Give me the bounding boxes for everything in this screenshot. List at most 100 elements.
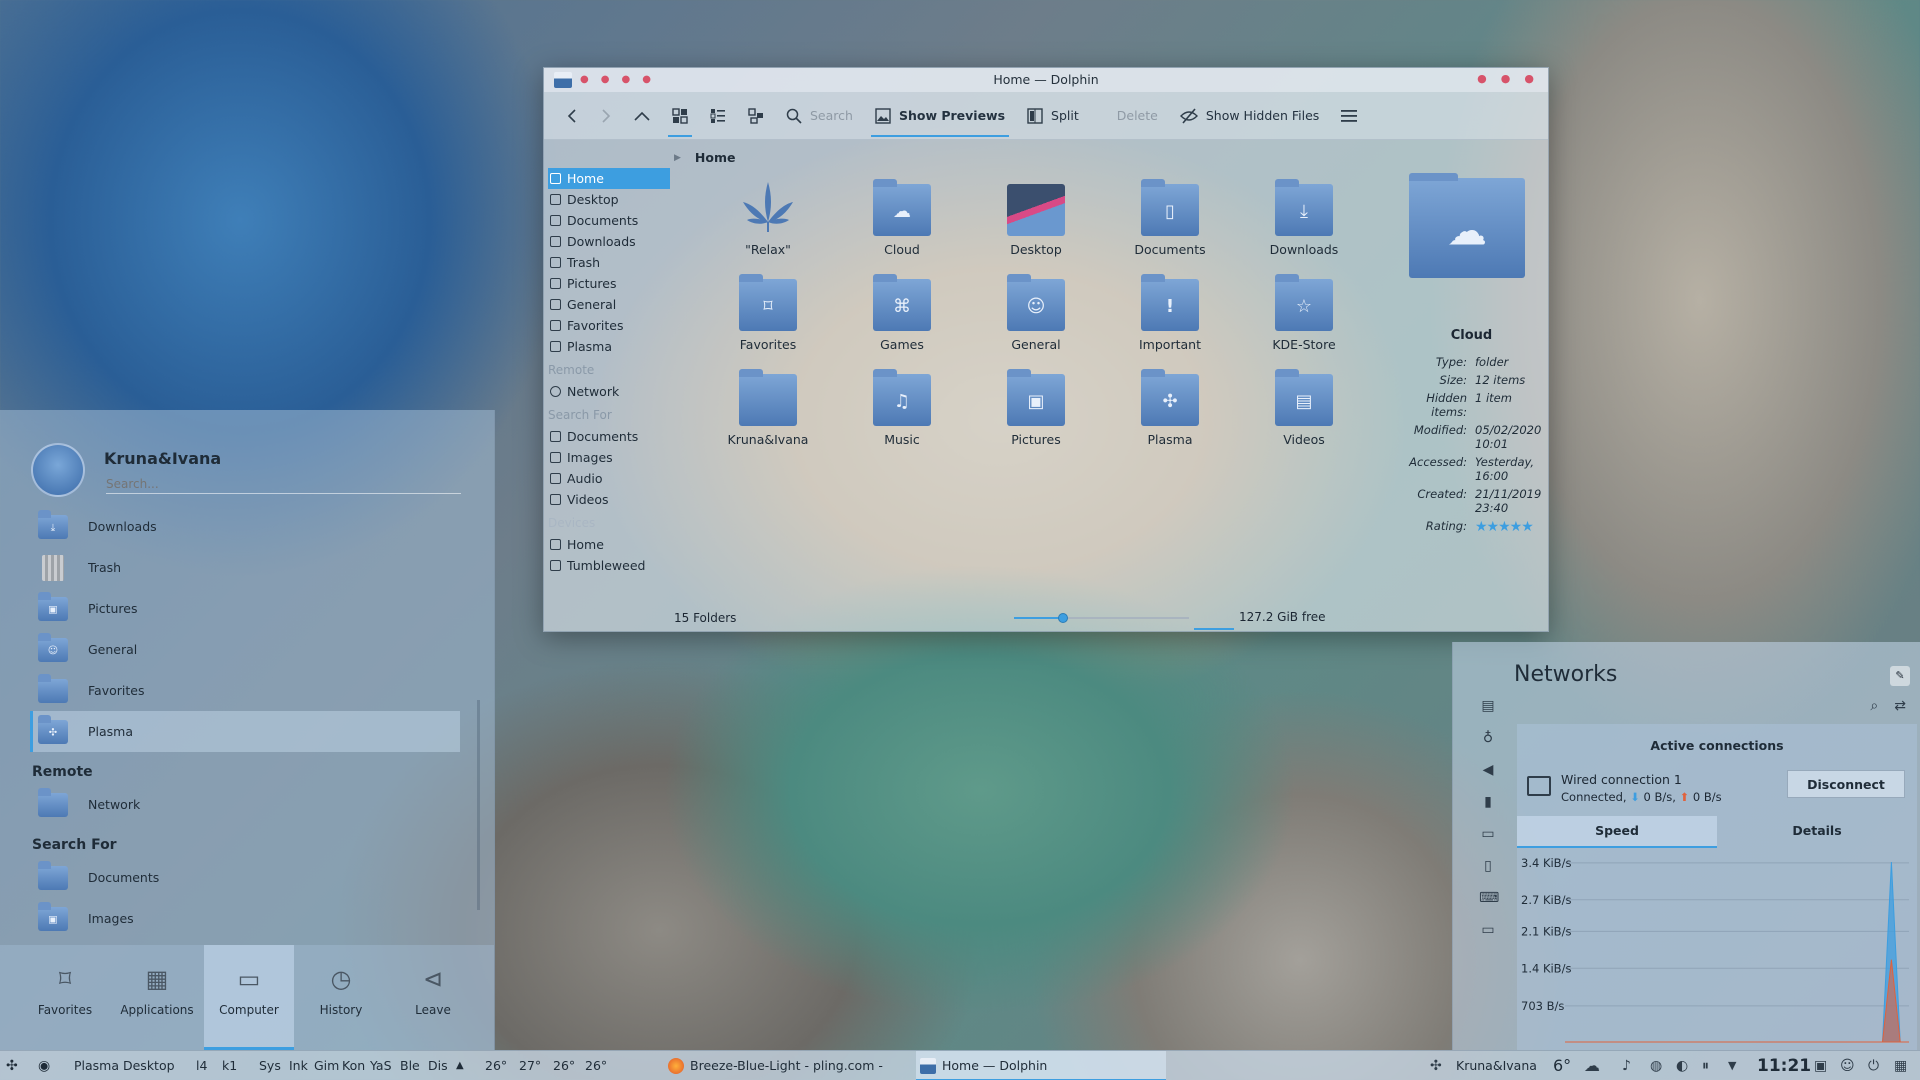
- caret-up-icon[interactable]: ▲: [456, 1051, 464, 1080]
- tray-expand-icon[interactable]: ▼: [1728, 1051, 1736, 1080]
- lock-icon[interactable]: ▣: [1814, 1051, 1827, 1080]
- minimize-icon[interactable]: ●: [1477, 73, 1487, 85]
- launcher-item-search-documents[interactable]: Documents: [30, 857, 460, 898]
- places-item-device-tumbleweed[interactable]: Tumbleweed: [544, 555, 670, 576]
- back-button[interactable]: [558, 99, 586, 133]
- folder-item-general[interactable]: ☺ General: [969, 273, 1103, 352]
- launcher-item-pictures[interactable]: ▣ Pictures: [30, 588, 460, 629]
- folder-item-music[interactable]: ♫ Music: [835, 368, 969, 447]
- launcher-item-downloads[interactable]: ⤓ Downloads: [30, 506, 460, 547]
- tray-username[interactable]: Kruna&Ivana: [1456, 1051, 1537, 1080]
- launcher-item-network[interactable]: Network: [30, 784, 460, 825]
- folder-item-kde-store[interactable]: ☆ KDE-Store: [1237, 273, 1371, 352]
- quicklaunch-ink[interactable]: Ink: [289, 1051, 308, 1080]
- details-view-button[interactable]: [702, 99, 734, 133]
- folder-item-plasma[interactable]: ✣ Plasma: [1103, 368, 1237, 447]
- up-button[interactable]: [626, 99, 658, 133]
- folder-item-pictures[interactable]: ▣ Pictures: [969, 368, 1103, 447]
- quicklaunch-yas[interactable]: YaS: [370, 1051, 392, 1080]
- places-item-search-videos[interactable]: Videos: [544, 489, 670, 510]
- launcher-item-plasma[interactable]: ✣ Plasma: [30, 711, 460, 752]
- launcher-item-general[interactable]: ☺ General: [30, 629, 460, 670]
- tab-favorites[interactable]: ⌑ Favorites: [20, 945, 110, 1050]
- zoom-slider-handle[interactable]: [1058, 613, 1068, 623]
- places-item-desktop[interactable]: Desktop: [544, 189, 670, 210]
- icons-view-button[interactable]: [664, 99, 696, 137]
- folder-item-documents[interactable]: ▯ Documents: [1103, 178, 1237, 257]
- pin-icon[interactable]: ✎: [1890, 666, 1910, 686]
- launcher-item-search-images[interactable]: ▣ Images: [30, 898, 460, 939]
- star-icons[interactable]: ★★★★★: [1475, 519, 1534, 535]
- breadcrumb[interactable]: ▶ Home: [674, 150, 735, 165]
- places-item-home[interactable]: Home: [548, 168, 670, 189]
- tab-leave[interactable]: ⊲ Leave: [388, 945, 478, 1050]
- places-item-trash[interactable]: Trash: [544, 252, 670, 273]
- forward-button[interactable]: [592, 99, 620, 133]
- folder-item-desktop[interactable]: Desktop: [969, 178, 1103, 257]
- tab-applications[interactable]: ▦ Applications: [112, 945, 202, 1050]
- battery-icon[interactable]: ▮: [1479, 793, 1497, 811]
- breadcrumb-arrow-icon[interactable]: ▶: [674, 153, 681, 163]
- switch-user-icon[interactable]: ☺: [1840, 1051, 1855, 1080]
- places-item-favorites[interactable]: Favorites: [544, 315, 670, 336]
- folder-item-important[interactable]: ! Important: [1103, 273, 1237, 352]
- folder-item-kruna-ivana[interactable]: Kruna&Ivana: [701, 368, 835, 447]
- clock[interactable]: 11:21: [1757, 1051, 1811, 1080]
- places-item-device-home[interactable]: Home: [544, 534, 670, 555]
- folder-item-videos[interactable]: ▤ Videos: [1237, 368, 1371, 447]
- volume-icon[interactable]: ◐: [1676, 1051, 1688, 1080]
- launcher-item-favorites[interactable]: Favorites: [30, 670, 460, 711]
- usb-drive-icon[interactable]: ▯: [1479, 857, 1497, 875]
- weather-temp[interactable]: 6°: [1553, 1051, 1571, 1080]
- pager-desktop-2[interactable]: k1: [222, 1051, 237, 1080]
- activities-icon[interactable]: ◉: [38, 1051, 50, 1080]
- launcher-search-input[interactable]: [106, 474, 461, 494]
- places-item-pictures[interactable]: Pictures: [544, 273, 670, 294]
- places-item-search-audio[interactable]: Audio: [544, 468, 670, 489]
- tab-history[interactable]: ◷ History: [296, 945, 386, 1050]
- places-item-general[interactable]: General: [544, 294, 670, 315]
- places-item-documents[interactable]: Documents: [544, 210, 670, 231]
- pager-desktop-1[interactable]: l4: [196, 1051, 207, 1080]
- show-hidden-files-button[interactable]: Show Hidden Files: [1172, 99, 1327, 133]
- weather-cloud-icon[interactable]: ☁: [1584, 1051, 1600, 1080]
- speaker-icon[interactable]: ◀: [1479, 761, 1497, 779]
- hamburger-menu-button[interactable]: [1333, 99, 1365, 133]
- notifications-bell-icon[interactable]: ♪: [1622, 1051, 1631, 1080]
- delete-button[interactable]: Delete: [1109, 99, 1166, 133]
- launcher-scrollbar[interactable]: [477, 700, 480, 910]
- keyboard-icon[interactable]: ⌨: [1479, 889, 1499, 907]
- show-previews-button[interactable]: Show Previews: [867, 99, 1013, 137]
- folder-item-downloads[interactable]: ⤓ Downloads: [1237, 178, 1371, 257]
- quicklaunch-dis[interactable]: Dis: [428, 1051, 448, 1080]
- search-icon[interactable]: ⌕: [1870, 698, 1878, 714]
- tab-details[interactable]: Details: [1717, 816, 1917, 848]
- lightbulb-icon[interactable]: ♁: [1479, 729, 1497, 747]
- connection-row[interactable]: Wired connection 1 Connected, ⬇ 0 B/s, ⬆…: [1523, 770, 1913, 810]
- avatar[interactable]: [31, 443, 85, 497]
- places-item-search-images[interactable]: Images: [544, 447, 670, 468]
- search-button[interactable]: Search: [778, 99, 861, 133]
- folder-item-relax[interactable]: "Relax": [701, 178, 835, 257]
- quicklaunch-ble[interactable]: Ble: [400, 1051, 420, 1080]
- quicklaunch-sys[interactable]: Sys: [259, 1051, 281, 1080]
- folder-item-cloud[interactable]: ☁ Cloud: [835, 178, 969, 257]
- disconnect-button[interactable]: Disconnect: [1787, 770, 1905, 798]
- quicklaunch-kon[interactable]: Kon: [342, 1051, 365, 1080]
- clipboard-icon[interactable]: ▤: [1479, 697, 1497, 715]
- close-icon[interactable]: ●: [1524, 73, 1534, 85]
- desktop-corner-icon[interactable]: ▦: [1894, 1051, 1907, 1080]
- task-dolphin[interactable]: Home — Dolphin: [916, 1051, 1166, 1080]
- places-item-network[interactable]: Network: [544, 381, 670, 402]
- folder-item-favorites[interactable]: ⌑ Favorites: [701, 273, 835, 352]
- tab-computer[interactable]: ▭ Computer: [204, 945, 294, 1050]
- maximize-icon[interactable]: ●: [1501, 73, 1511, 85]
- configure-icon[interactable]: ⇄: [1894, 698, 1906, 714]
- launcher-item-trash[interactable]: Trash: [30, 547, 460, 588]
- places-item-downloads[interactable]: Downloads: [544, 231, 670, 252]
- media-pause-icon[interactable]: ⏸: [1702, 1051, 1709, 1080]
- split-button[interactable]: Split: [1019, 99, 1087, 133]
- places-item-plasma[interactable]: Plasma: [544, 336, 670, 357]
- display-icon[interactable]: ▭: [1479, 825, 1497, 843]
- power-icon[interactable]: ⏻: [1868, 1051, 1879, 1080]
